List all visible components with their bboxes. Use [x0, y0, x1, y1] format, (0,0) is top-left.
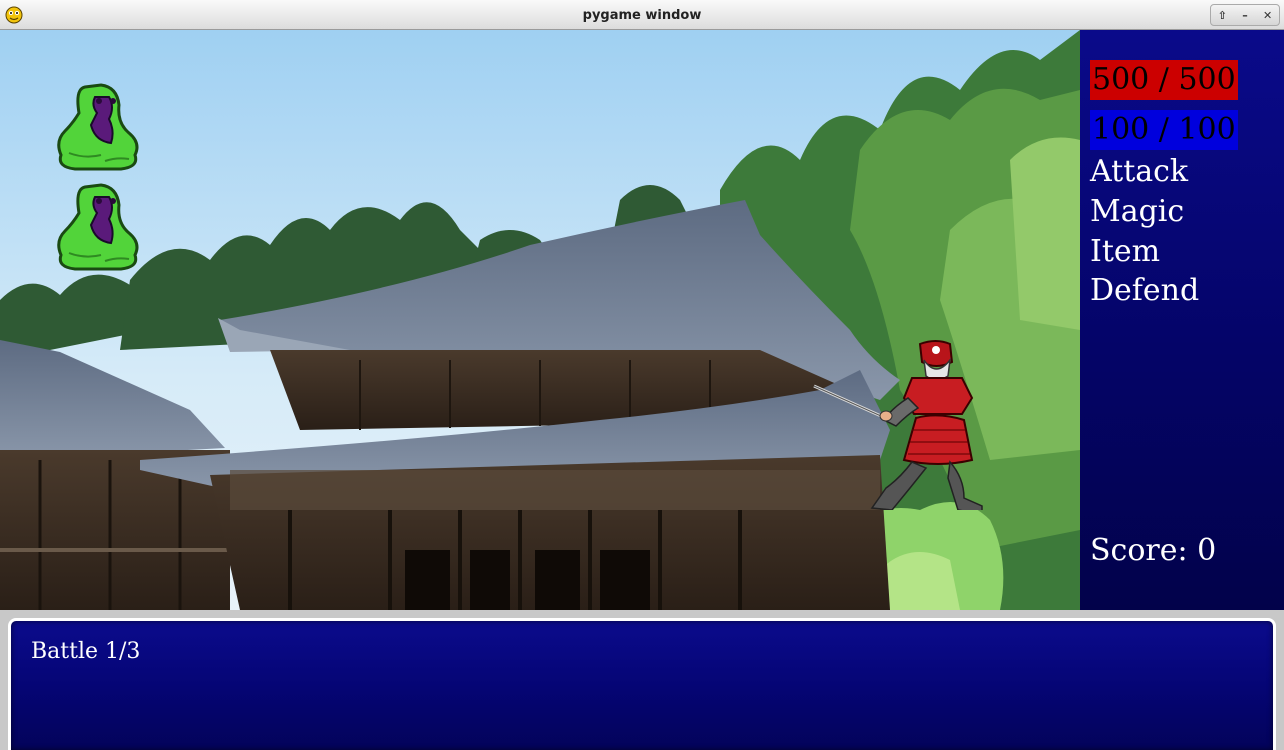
window-controls: ⇧ – ✕: [1210, 4, 1280, 26]
message-box: Battle 1/3: [0, 610, 1284, 750]
close-button[interactable]: ✕: [1259, 9, 1277, 22]
message-panel: Battle 1/3: [8, 618, 1276, 750]
enemy-slime-1[interactable]: [55, 83, 139, 171]
window-title: pygame window: [582, 8, 702, 23]
enemy-slime-2[interactable]: [55, 183, 139, 271]
menu-item[interactable]: Item: [1090, 234, 1160, 270]
message-text: Battle 1/3: [31, 639, 141, 664]
battle-background: [0, 30, 1080, 610]
score-label: Score: 0: [1090, 533, 1217, 568]
mp-bar: 100 / 100: [1090, 110, 1238, 150]
hp-bar: 500 / 500: [1090, 60, 1238, 100]
status-panel: 500 / 500 100 / 100 Attack Magic Item De…: [1080, 30, 1284, 610]
maximize-button[interactable]: ⇧: [1213, 9, 1231, 22]
menu-attack[interactable]: Attack: [1090, 154, 1188, 190]
minimize-button[interactable]: –: [1236, 9, 1254, 22]
player-samurai: [813, 340, 983, 510]
menu-magic[interactable]: Magic: [1090, 194, 1184, 230]
temple-scene: [0, 30, 1080, 610]
menu-defend[interactable]: Defend: [1090, 273, 1199, 309]
title-bar: pygame window ⇧ – ✕: [0, 0, 1284, 30]
